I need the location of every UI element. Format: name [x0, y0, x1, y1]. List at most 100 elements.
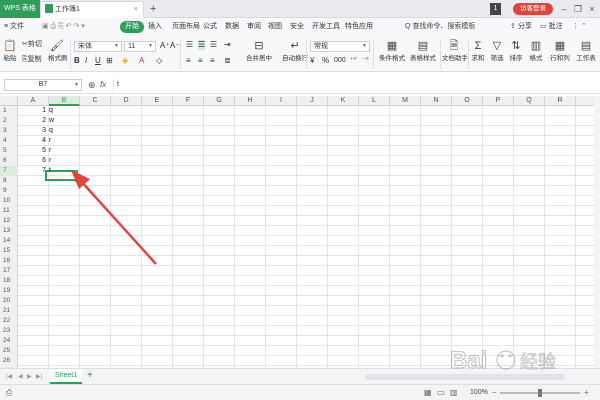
column-header-e[interactable]: E [142, 96, 173, 106]
close-window-button[interactable]: × [586, 0, 598, 18]
row-header-20[interactable]: 20 [0, 296, 18, 306]
row-header-5[interactable]: 5 [0, 146, 18, 156]
column-header-m[interactable]: M [390, 96, 421, 106]
minimize-button[interactable]: – [558, 0, 570, 18]
select-all-corner[interactable] [0, 96, 18, 106]
macro-icon[interactable]: ⎙ [6, 387, 12, 399]
align-left-icon[interactable]: ≡ [186, 56, 191, 66]
cell-a7[interactable]: 7 [18, 166, 46, 176]
more-options-icon[interactable]: ⋮ ⌃ [572, 21, 587, 33]
sum-button[interactable]: Σ 求和 [470, 40, 486, 62]
column-header-b[interactable]: B [49, 96, 80, 106]
cell-b5[interactable]: r [48, 146, 78, 156]
cell-b3[interactable]: q [48, 126, 78, 136]
zoom-in-icon[interactable]: + [584, 387, 589, 399]
horizontal-scrollbar[interactable] [365, 374, 565, 380]
row-header-4[interactable]: 4 [0, 136, 18, 146]
cell-a2[interactable]: 2 [18, 116, 46, 126]
decrease-decimal-icon[interactable]: ⁻⁰ [362, 56, 369, 66]
column-header-d[interactable]: D [111, 96, 142, 106]
increase-decimal-icon[interactable]: ⁺⁰ [350, 56, 357, 66]
next-sheet-icon[interactable]: ▶ [27, 372, 32, 382]
cell-a1[interactable]: 1 [18, 106, 46, 116]
row-header-10[interactable]: 10 [0, 196, 18, 206]
row-header-12[interactable]: 12 [0, 216, 18, 226]
row-header-23[interactable]: 23 [0, 326, 18, 336]
share-button[interactable]: ⇪ 分享 [510, 21, 532, 33]
paste-button[interactable]: 📋 粘贴 [3, 40, 17, 62]
font-size-select[interactable]: 11 ▼ [124, 41, 156, 52]
column-header-l[interactable]: L [359, 96, 390, 106]
row-header-7[interactable]: 7 [0, 166, 18, 176]
doc-helper-button[interactable]: 🗎 文档助手 [442, 40, 468, 62]
cell-b6[interactable]: r [48, 156, 78, 166]
row-header-2[interactable]: 2 [0, 116, 18, 126]
tab-formulas[interactable]: 公式 [203, 21, 217, 33]
bold-icon[interactable]: B [74, 56, 80, 66]
first-sheet-icon[interactable]: |◀ [6, 372, 12, 382]
conditional-format-button[interactable]: ▦ 条件格式 [377, 40, 407, 62]
sort-button[interactable]: ⇅ 排序 [508, 40, 524, 62]
tab-data[interactable]: 数据 [225, 21, 239, 33]
clear-format-icon[interactable]: ◇ [156, 56, 162, 66]
row-header-1[interactable]: 1 [0, 106, 18, 116]
decrease-font-icon[interactable]: A⁻ [170, 41, 180, 51]
column-header-k[interactable]: K [328, 96, 359, 106]
justify-icon[interactable]: ≣ [224, 56, 231, 66]
column-header-r[interactable]: R [545, 96, 576, 106]
cell-b1[interactable]: q [48, 106, 78, 116]
percent-icon[interactable]: % [322, 56, 329, 66]
tab-view[interactable]: 视图 [268, 21, 282, 33]
column-header-f[interactable]: F [173, 96, 204, 106]
number-format-select[interactable]: 常规 ▼ [310, 41, 370, 52]
column-header-h[interactable]: H [235, 96, 266, 106]
row-header-11[interactable]: 11 [0, 206, 18, 216]
zoom-level[interactable]: 100% [470, 387, 488, 399]
row-header-15[interactable]: 15 [0, 246, 18, 256]
filter-button[interactable]: ▽ 筛选 [489, 40, 505, 62]
format-painter-button[interactable]: 🖌 格式刷 [48, 40, 68, 62]
tab-home[interactable]: 开始 [120, 21, 144, 33]
document-tab[interactable]: 工作簿1 × [40, 1, 144, 18]
worksheet-button[interactable]: ▤ 工作表 [575, 40, 597, 62]
underline-icon[interactable]: U [95, 56, 101, 66]
column-header-o[interactable]: O [452, 96, 483, 106]
tab-insert[interactable]: 插入 [148, 21, 162, 33]
row-header-6[interactable]: 6 [0, 156, 18, 166]
normal-view-icon[interactable]: ▦ [424, 387, 432, 399]
zoom-out-icon[interactable]: − [492, 387, 497, 399]
column-header-c[interactable]: C [80, 96, 111, 106]
currency-icon[interactable]: ¥ [310, 56, 314, 66]
fill-color-icon[interactable]: ◈ [122, 56, 128, 66]
cut-button[interactable]: ✂剪切 [22, 40, 42, 49]
row-header-25[interactable]: 25 [0, 346, 18, 356]
comment-button[interactable]: ▭ 批注 [540, 21, 563, 33]
column-header-p[interactable]: P [483, 96, 514, 106]
align-middle-icon[interactable]: ☰ [198, 40, 206, 50]
copy-button[interactable]: ⎘复制 [22, 55, 42, 64]
guest-login-button[interactable]: 访客登录 [513, 3, 553, 15]
row-header-22[interactable]: 22 [0, 316, 18, 326]
table-style-button[interactable]: ▤ 表格样式 [408, 40, 438, 62]
row-header-16[interactable]: 16 [0, 256, 18, 266]
row-header-26[interactable]: 26 [0, 356, 18, 366]
column-header-n[interactable]: N [421, 96, 452, 106]
zoom-icon[interactable]: ⊕ [88, 79, 96, 91]
app-tab[interactable]: WPS 表格 [0, 0, 40, 18]
prev-sheet-icon[interactable]: ◀ [18, 372, 23, 382]
row-col-button[interactable]: ▦ 行和列 [549, 40, 571, 62]
cell-grid[interactable]: 1q2w3q4r5r6r7t [18, 106, 594, 368]
fx-icon[interactable]: fx [100, 79, 106, 91]
file-menu[interactable]: ≡ 文件 [4, 21, 24, 33]
name-box[interactable]: B7 ▼ [4, 79, 82, 91]
column-header-q[interactable]: Q [514, 96, 545, 106]
cell-b4[interactable]: r [48, 136, 78, 146]
sheet-tab[interactable]: Sheet1 [50, 369, 82, 384]
maximize-button[interactable]: ❐ [572, 0, 584, 18]
cell-a6[interactable]: 6 [18, 156, 46, 166]
vertical-scrollbar[interactable] [594, 96, 600, 368]
formula-input[interactable]: t [113, 79, 598, 91]
format-button[interactable]: ▥ 格式 [528, 40, 544, 62]
command-search[interactable]: Q 查找命令、搜索模板 [405, 21, 475, 33]
page-layout-view-icon[interactable]: ▭ [437, 387, 445, 399]
